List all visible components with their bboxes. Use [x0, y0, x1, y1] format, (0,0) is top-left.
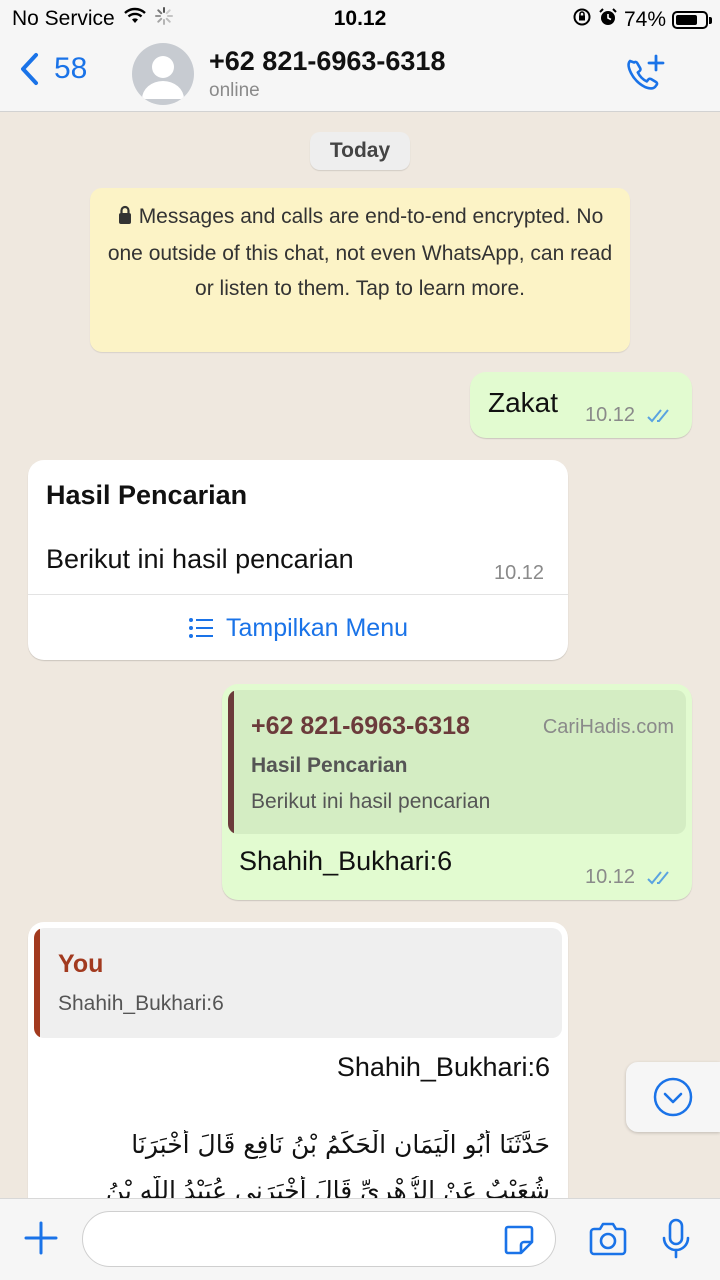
arabic-text-line: شُعَيْبٌ عَنْ الزُّهْرِيِّ قَالَ أَخْبَر…: [105, 1176, 550, 1198]
encryption-notice[interactable]: Messages and calls are end-to-end encryp…: [90, 188, 630, 352]
microphone-icon: [662, 1218, 690, 1259]
message-time: 10.12: [585, 404, 636, 426]
incoming-list-message[interactable]: Hasil Pencarian Berikut ini hasil pencar…: [28, 460, 568, 660]
quote-author: +62 821-6963-6318: [251, 712, 470, 740]
message-time: 10.12: [585, 866, 636, 888]
camera-button[interactable]: [587, 1221, 629, 1262]
message-text: Zakat: [488, 387, 559, 418]
double-check-icon: [646, 408, 674, 429]
default-avatar-icon: [142, 56, 184, 99]
contact-status: online: [209, 80, 260, 101]
quote-bar: [34, 928, 40, 1038]
sticker-icon: [504, 1225, 534, 1255]
phone-plus-icon: [627, 54, 665, 90]
message-text: Shahih_Bukhari:6: [239, 846, 453, 876]
battery-percent: 74%: [623, 8, 666, 31]
add-call-button[interactable]: [622, 52, 668, 101]
date-separator: Today: [310, 132, 410, 170]
message-text: Shahih_Bukhari:6: [336, 1052, 550, 1082]
attach-button[interactable]: [22, 1219, 60, 1262]
chat-area[interactable]: Today Messages and calls are end-to-end …: [0, 112, 720, 1198]
quote-title: Hasil Pencarian: [251, 754, 408, 777]
alarm-icon: [598, 7, 618, 33]
quote-author: You: [58, 950, 104, 978]
sticker-button[interactable]: [502, 1223, 536, 1262]
contact-name[interactable]: +62 821-6963-6318: [209, 46, 445, 77]
quote-text: Shahih_Bukhari:6: [58, 992, 224, 1015]
battery-icon: [672, 11, 712, 29]
outgoing-message[interactable]: Zakat 10.12: [470, 372, 692, 438]
quoted-message[interactable]: You Shahih_Bukhari:6: [34, 928, 562, 1038]
chat-header: 58 +62 821-6963-6318 online: [0, 38, 720, 112]
show-menu-label: Tampilkan Menu: [225, 613, 409, 642]
quote-bar: [228, 690, 234, 834]
message-composer: [0, 1198, 720, 1280]
message-title: Hasil Pencarian: [46, 480, 248, 510]
scroll-to-bottom-button[interactable]: [626, 1062, 720, 1132]
message-input[interactable]: [82, 1211, 556, 1267]
quote-source: CariHadis.com: [542, 716, 674, 738]
incoming-reply-message[interactable]: You Shahih_Bukhari:6 Shahih_Bukhari:6 حَ…: [28, 922, 568, 1198]
double-check-icon: [646, 870, 674, 891]
chevron-left-icon: [21, 53, 38, 85]
orientation-lock-icon: [572, 7, 592, 33]
divider: [28, 594, 568, 595]
camera-icon: [589, 1222, 627, 1256]
outgoing-reply-message[interactable]: +62 821-6963-6318 CariHadis.com Hasil Pe…: [222, 684, 692, 900]
microphone-button[interactable]: [660, 1217, 692, 1266]
encryption-text: Messages and calls are end-to-end encryp…: [107, 205, 613, 300]
status-bar: No Service 10.12 74%: [0, 0, 720, 38]
quoted-message[interactable]: +62 821-6963-6318 CariHadis.com Hasil Pe…: [228, 690, 686, 834]
list-icon: [188, 618, 213, 638]
avatar[interactable]: [132, 43, 194, 105]
quote-body: Berikut ini hasil pencarian: [251, 790, 491, 813]
message-time: 10.12: [494, 562, 545, 584]
message-body: Berikut ini hasil pencarian: [46, 544, 354, 574]
show-menu-button[interactable]: Tampilkan Menu: [28, 596, 568, 660]
arabic-text-line: حَدَّثَنَا أَبُو الْيَمَانِ الْحَكَمُ بْ…: [131, 1130, 550, 1159]
back-button[interactable]: 58: [18, 52, 87, 86]
plus-icon: [24, 1221, 58, 1255]
lock-icon: [117, 201, 133, 236]
unread-count: 58: [54, 52, 88, 85]
chevron-down-circle-icon: [653, 1077, 693, 1117]
status-right: 74%: [572, 7, 712, 33]
